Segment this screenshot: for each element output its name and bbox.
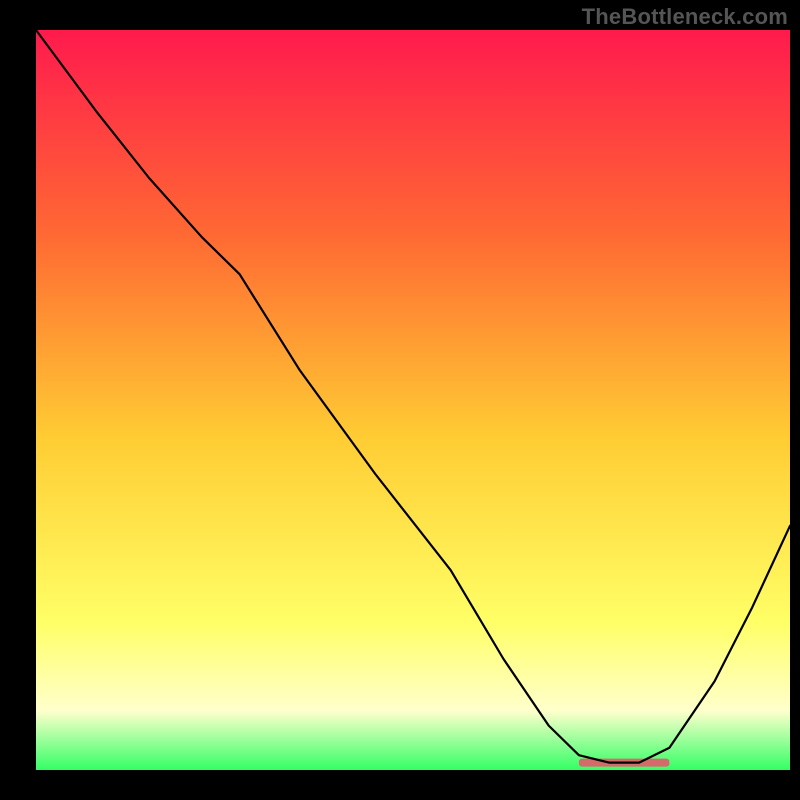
chart-root: TheBottleneck.com (0, 0, 800, 800)
bottleneck-chart (0, 0, 800, 800)
watermark-text: TheBottleneck.com (582, 4, 788, 30)
plot-background (36, 30, 790, 770)
